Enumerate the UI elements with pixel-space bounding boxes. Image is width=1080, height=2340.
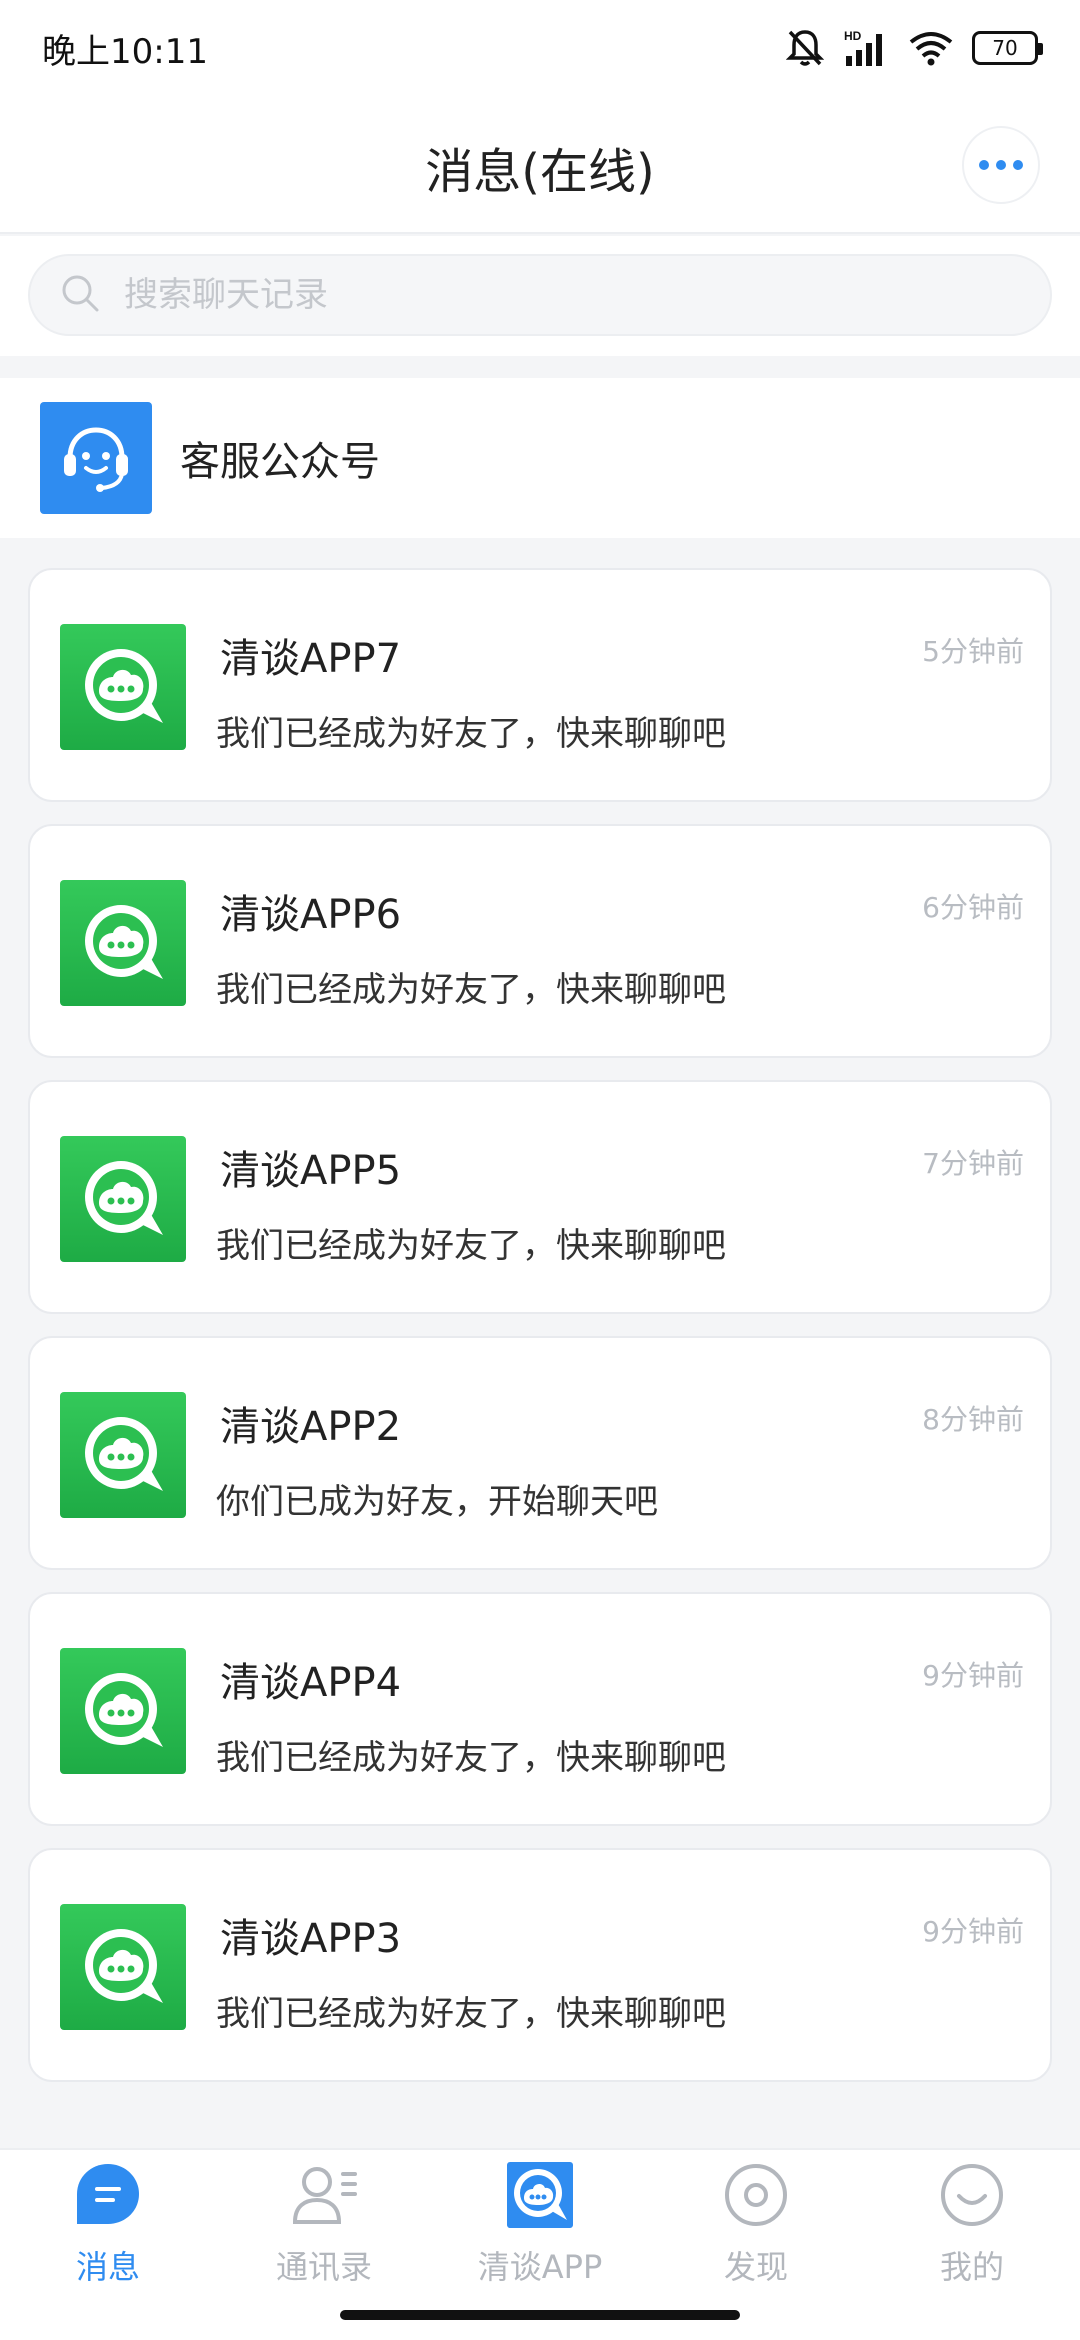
- header: 消息(在线): [0, 96, 1080, 234]
- app-logo-icon: [505, 2160, 575, 2230]
- mute-bell-icon: [786, 28, 824, 68]
- nav-label: 发现: [723, 2248, 788, 2286]
- search-section: [0, 236, 1080, 356]
- chat-name: 清谈APP4: [220, 1660, 402, 1706]
- status-bar: 晚上10:11 HD 70: [0, 0, 1080, 96]
- search-icon: [60, 273, 100, 317]
- service-account-row[interactable]: 客服公众号: [0, 378, 1080, 538]
- nav-label: 清谈APP: [477, 2248, 603, 2286]
- search-input[interactable]: [124, 275, 1004, 315]
- chat-last-message: 我们已经成为好友了，快来聊聊吧: [216, 714, 726, 754]
- network-type-label: HD: [844, 29, 862, 43]
- more-dot-icon: [979, 160, 989, 170]
- chat-last-message: 我们已经成为好友了，快来聊聊吧: [216, 1994, 726, 2034]
- app-logo-icon: [60, 1392, 186, 1518]
- nav-label: 消息: [75, 2248, 140, 2286]
- chat-item[interactable]: 清谈APP7 我们已经成为好友了，快来聊聊吧 5分钟前: [28, 568, 1052, 802]
- nav-tab-messages[interactable]: 消息: [0, 2150, 216, 2340]
- more-dot-icon: [1013, 160, 1023, 170]
- contacts-icon: [289, 2160, 359, 2230]
- chat-item[interactable]: 清谈APP6 我们已经成为好友了，快来聊聊吧 6分钟前: [28, 824, 1052, 1058]
- chat-item[interactable]: 清谈APP2 你们已成为好友，开始聊天吧 8分钟前: [28, 1336, 1052, 1570]
- customer-service-icon: [40, 402, 152, 514]
- wifi-icon: [908, 30, 954, 66]
- chat-name: 清谈APP6: [220, 892, 402, 938]
- chat-time: 6分钟前: [922, 891, 1024, 924]
- app-logo-icon: [60, 1136, 186, 1262]
- chat-name: 清谈APP2: [220, 1404, 402, 1450]
- nav-label: 我的: [939, 2248, 1004, 2286]
- nav-label: 通讯录: [275, 2248, 372, 2286]
- chat-time: 5分钟前: [922, 635, 1024, 668]
- chat-name: 清谈APP5: [220, 1148, 402, 1194]
- chat-last-message: 我们已经成为好友了，快来聊聊吧: [216, 1226, 726, 1266]
- status-icons: HD 70: [786, 28, 1043, 68]
- page-title: 消息(在线): [425, 144, 655, 200]
- chat-time: 9分钟前: [922, 1915, 1024, 1948]
- app-logo-icon: [60, 624, 186, 750]
- home-indicator[interactable]: [340, 2310, 740, 2320]
- screen: 晚上10:11 HD 70 消息(在线) 搜索聊天记录 客服公众号 清谈APP7…: [0, 0, 1080, 2340]
- chat-time: 7分钟前: [922, 1147, 1024, 1180]
- app-logo-icon: [60, 1648, 186, 1774]
- more-menu-button[interactable]: [962, 126, 1040, 204]
- app-logo-icon: [60, 1904, 186, 2030]
- battery-icon: 70: [972, 31, 1043, 65]
- message-icon: [73, 2160, 143, 2230]
- discover-icon: [721, 2160, 791, 2230]
- chat-name: 清谈APP3: [220, 1916, 402, 1962]
- more-dot-icon: [996, 160, 1006, 170]
- chat-item[interactable]: 清谈APP3 我们已经成为好友了，快来聊聊吧 9分钟前: [28, 1848, 1052, 2082]
- chat-item[interactable]: 清谈APP4 我们已经成为好友了，快来聊聊吧 9分钟前: [28, 1592, 1052, 1826]
- chat-time: 9分钟前: [922, 1659, 1024, 1692]
- nav-tab-profile[interactable]: 我的: [864, 2150, 1080, 2340]
- chat-last-message: 我们已经成为好友了，快来聊聊吧: [216, 970, 726, 1010]
- app-logo-icon: [60, 880, 186, 1006]
- status-time: 晚上10:11: [42, 31, 208, 72]
- search-box[interactable]: [28, 254, 1052, 336]
- chat-last-message: 我们已经成为好友了，快来聊聊吧: [216, 1738, 726, 1778]
- chat-item[interactable]: 清谈APP5 我们已经成为好友了，快来聊聊吧 7分钟前: [28, 1080, 1052, 1314]
- chat-last-message: 你们已成为好友，开始聊天吧: [216, 1482, 658, 1522]
- chat-time: 8分钟前: [922, 1403, 1024, 1436]
- signal-icon: HD: [842, 28, 890, 68]
- service-account-label: 客服公众号: [180, 439, 380, 485]
- chat-name: 清谈APP7: [220, 636, 402, 682]
- profile-icon: [937, 2160, 1007, 2230]
